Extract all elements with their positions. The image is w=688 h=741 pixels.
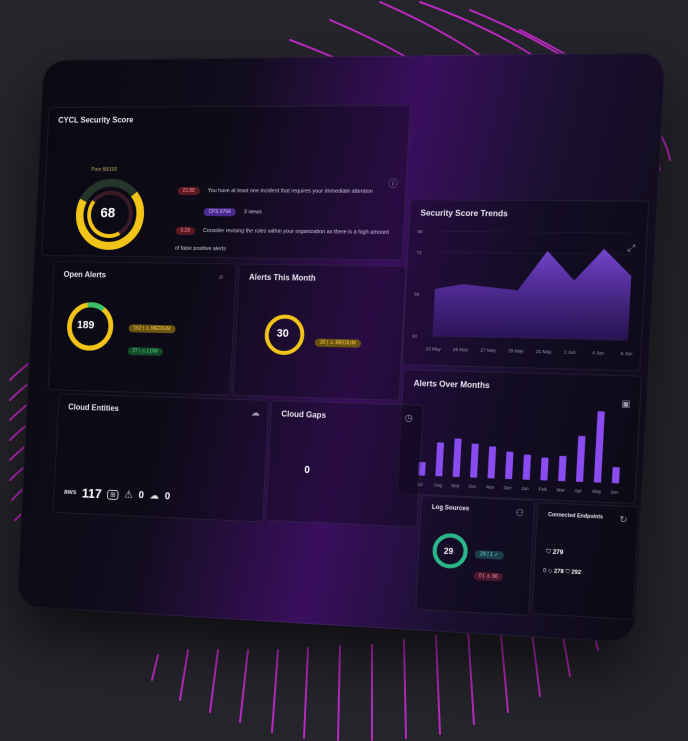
endpoints-zero: 0: [543, 568, 547, 574]
x-tick-label: Nov: [486, 484, 495, 490]
alerts-month-panel: Alerts This Month 30 30 | ⚠ MEDIUM: [232, 263, 406, 400]
incident-badge: 23.88: [178, 187, 200, 195]
x-tick-label: Dec: [503, 485, 512, 491]
oci-icon: ☁: [149, 490, 159, 501]
x-tick-label: 29 May: [508, 348, 524, 354]
azure-count: 0: [138, 490, 144, 501]
x-tick-label: 25 May: [453, 347, 469, 353]
x-tick-label: 4 Jun: [592, 350, 605, 356]
oci-count: 0: [165, 491, 171, 502]
security-score-title: CYCL Security Score: [58, 115, 134, 124]
dashboard-screen: CYCL Security Score Poor 68/100 68 23.88…: [16, 52, 665, 643]
x-tick-label: Apr: [574, 488, 582, 494]
alerts-month-count: 30: [276, 328, 289, 340]
y-tick-label: 56: [414, 292, 420, 297]
incident-meta: 3 views: [244, 209, 262, 215]
bar[interactable]: [576, 436, 586, 482]
trend-area: [433, 247, 633, 341]
rules-badge: 9.28: [176, 227, 195, 235]
trends-title: Security Score Trends: [420, 208, 508, 218]
y-tick-label: 80: [417, 229, 423, 234]
open-low-badge[interactable]: 27 | ⚠ LOW: [127, 347, 163, 356]
endpoints-other: 292: [571, 569, 581, 576]
x-tick-label: Sep: [451, 483, 460, 489]
month-medium-badge[interactable]: 30 | ⚠ MEDIUM: [315, 339, 361, 348]
bar[interactable]: [540, 457, 548, 480]
bar[interactable]: [594, 411, 605, 483]
bar[interactable]: [612, 467, 620, 483]
log-sources-count: 29: [444, 546, 454, 556]
bar[interactable]: [453, 438, 462, 477]
rules-text: Consider revising the rules within your …: [175, 228, 389, 252]
cloud-entities-title: Cloud Entities: [68, 403, 119, 414]
open-alerts-panel: Open Alerts ⌕ 189 162 | ⚠ MEDIUM 27 | ⚠ …: [48, 261, 237, 396]
x-tick-label: Aug: [434, 482, 443, 488]
person-icon[interactable]: ⚇: [515, 508, 525, 518]
log-sources-title: Log Sources: [432, 505, 470, 513]
bar[interactable]: [558, 456, 566, 481]
gcp-icon: ⊞: [107, 489, 119, 499]
log-warn-badge[interactable]: 0 | ⚠ 96: [473, 572, 503, 582]
y-tick-label: 72: [416, 250, 422, 255]
score-ring-label: Poor 68/100: [91, 167, 117, 173]
bar[interactable]: [523, 455, 531, 480]
endpoint-shield-icon: ⛉: [546, 549, 551, 555]
alerts-months-title: Alerts Over Months: [413, 379, 489, 390]
endpoints-windows: 278: [554, 569, 564, 576]
rules-alert[interactable]: 9.28 Consider revising the rules within …: [175, 219, 394, 258]
trend-chart: 80 72 56 40 23 May 25 May 27 May 29 May 31 May 2 …: [407, 221, 643, 366]
x-tick-label: May: [592, 489, 602, 495]
bar[interactable]: [435, 442, 444, 476]
info-icon[interactable]: ⓘ: [388, 180, 398, 189]
x-tick-label: 27 May: [480, 347, 496, 353]
open-medium-badge[interactable]: 162 | ⚠ MEDIUM: [129, 324, 176, 333]
bar[interactable]: [487, 446, 496, 478]
alerts-month-title: Alerts This Month: [249, 273, 316, 283]
search-icon[interactable]: ⌕: [219, 272, 228, 281]
x-tick-label: 31 May: [536, 349, 553, 355]
incident-text: You have at least one incident that requ…: [207, 188, 373, 195]
azure-icon: ⚠: [124, 489, 133, 500]
aws-count: 117: [82, 486, 102, 502]
endpoints-title: Connected Endpoints: [548, 512, 603, 521]
endpoints-total: 279: [552, 550, 563, 557]
windows-icon: ◇: [548, 568, 553, 574]
score-trends-panel: Security Score Trends ⤢ 80 72 56 40 23 May 25…: [401, 199, 649, 371]
linux-icon: ⛉: [565, 569, 570, 575]
open-alerts-title: Open Alerts: [63, 270, 106, 280]
refresh-icon[interactable]: ↻: [619, 515, 629, 525]
endpoints-panel: Connected Endpoints ↻ ⛉ 279 0 ◇ 278 ⛉ 29…: [531, 502, 639, 620]
log-sources-panel: Log Sources ⚇ 29 29 | 1 ✓ 0 | ⚠ 96: [415, 495, 535, 616]
x-tick-label: Feb: [539, 486, 548, 492]
bar[interactable]: [470, 444, 479, 478]
x-tick-label: Oct: [468, 484, 476, 490]
grid-line: [438, 231, 634, 233]
y-tick-label: 40: [412, 334, 418, 339]
cloud-entities-panel: Cloud Entities ☁ aws 117 ⊞ ⚠ 0 ☁ 0: [53, 393, 270, 522]
bar-chart: Jul Aug Sep Oct Nov Dec Jan Feb Mar Apr May Jun: [404, 401, 633, 498]
open-alerts-count: 189: [77, 319, 95, 331]
aws-logo: aws: [64, 489, 77, 496]
cloud-gaps-title: Cloud Gaps: [281, 409, 326, 420]
cloud-gaps-panel: Cloud Gaps ◷ 0: [265, 400, 424, 528]
security-score-value: 68: [100, 204, 115, 220]
x-tick-label: Jun: [610, 489, 619, 495]
x-tick-label: 6 Jun: [621, 351, 634, 357]
log-ok-badge[interactable]: 29 | 1 ✓: [475, 550, 505, 560]
cloud-gaps-count: 0: [304, 465, 310, 476]
incident-alert[interactable]: 23.88 You have at least one incident tha…: [176, 179, 395, 220]
bar[interactable]: [505, 452, 513, 480]
x-tick-label: 2 Jun: [564, 349, 576, 355]
incident-tag[interactable]: CPS 9744: [203, 208, 235, 216]
cloud-icon[interactable]: ☁: [251, 408, 260, 417]
clock-icon[interactable]: ◷: [404, 413, 414, 423]
x-tick-label: Jan: [521, 486, 529, 492]
alerts-over-months-panel: Alerts Over Months ▣ Jul Aug Sep Oct Nov Dec J…: [397, 369, 642, 504]
x-tick-label: Mar: [556, 487, 565, 493]
security-score-panel: CYCL Security Score Poor 68/100 68 23.88…: [41, 105, 411, 261]
x-tick-label: 23 May: [426, 346, 442, 352]
